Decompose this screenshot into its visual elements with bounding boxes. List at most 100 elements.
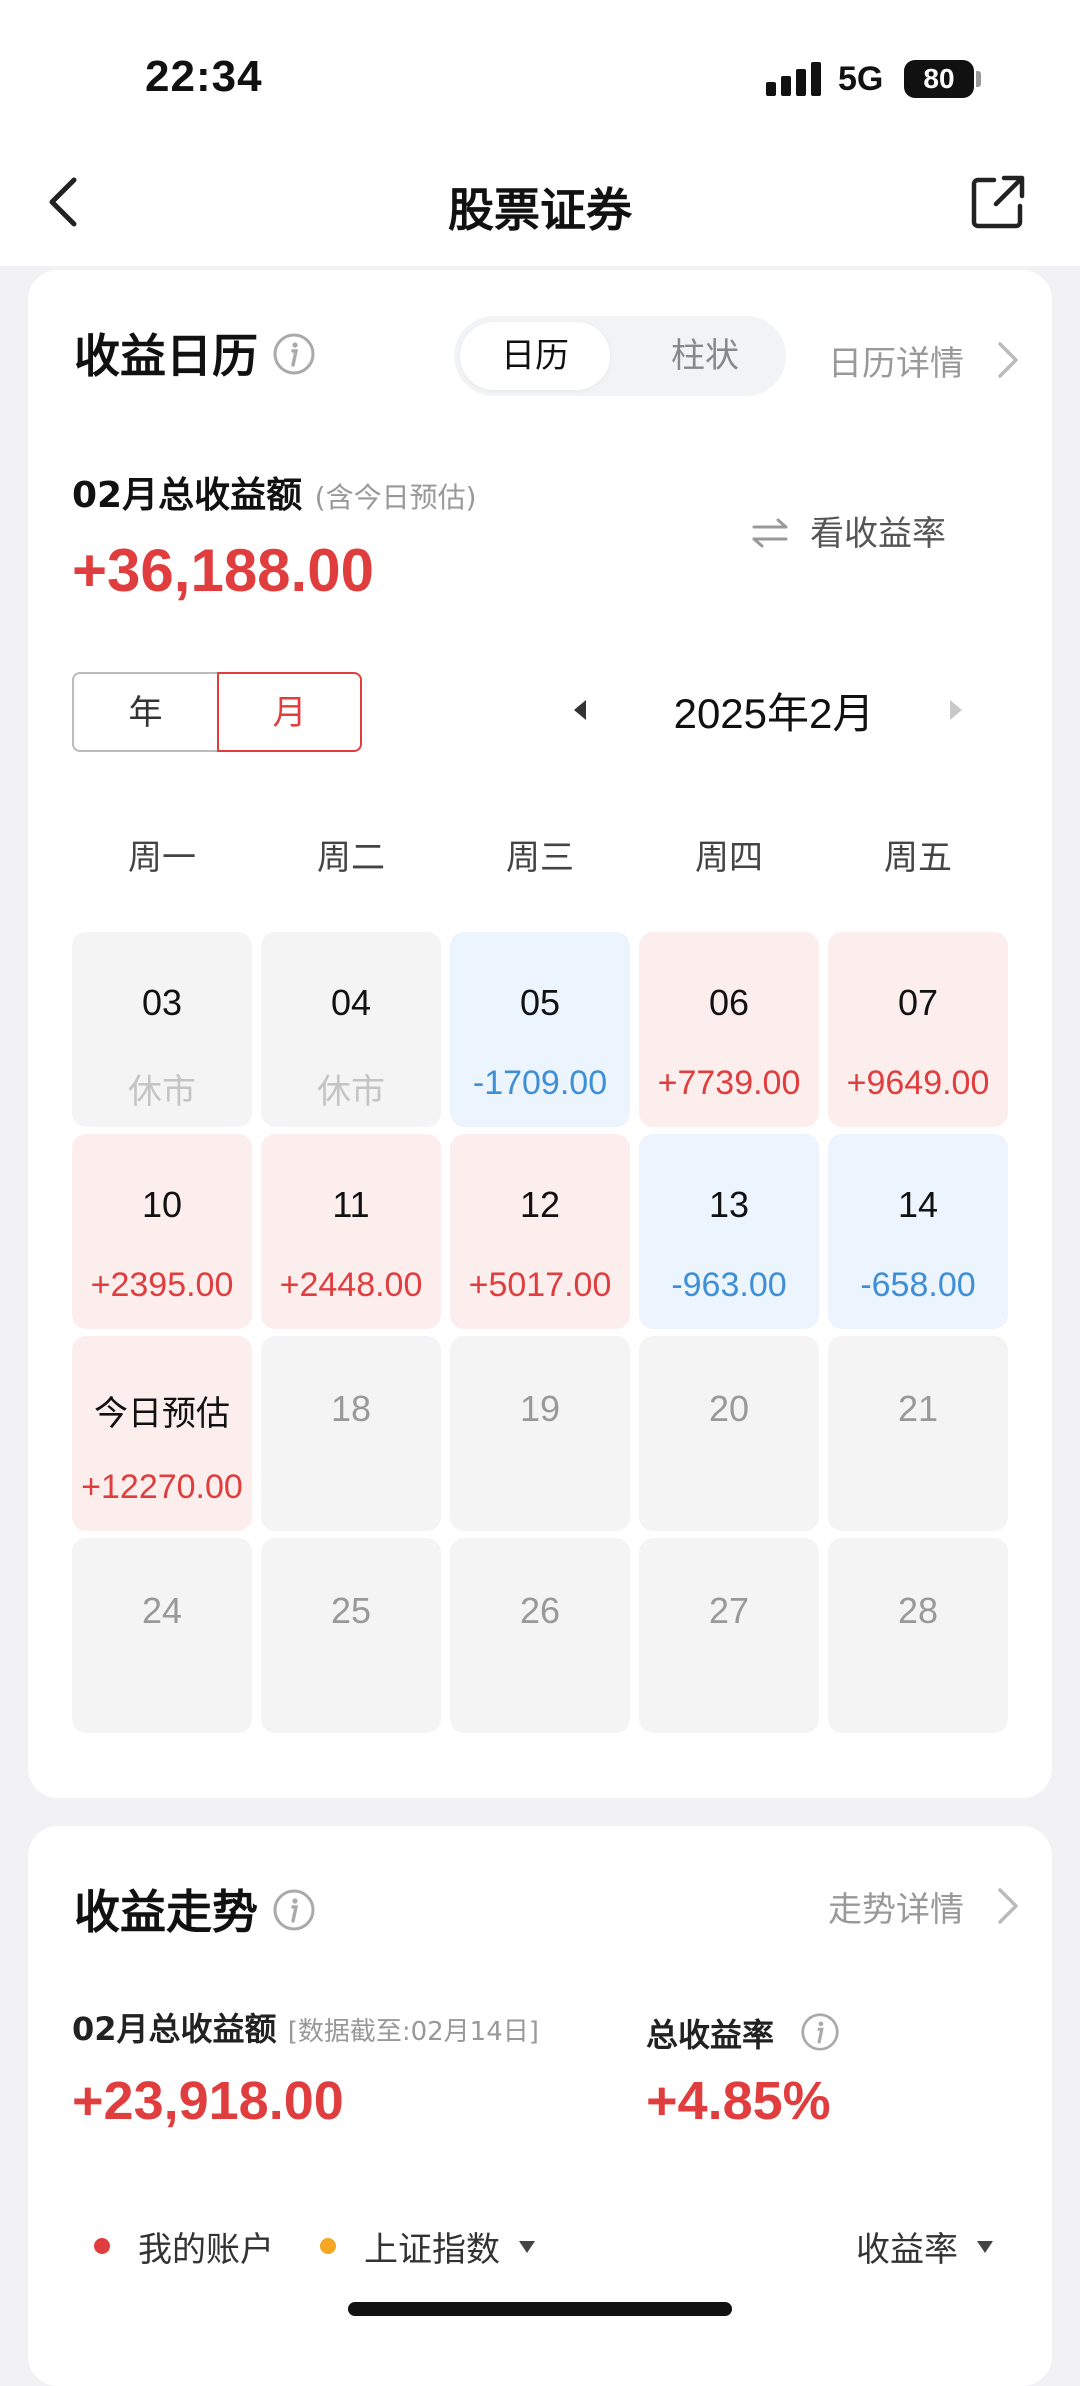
day-number: 07 xyxy=(897,982,939,1023)
day-value: +12270.00 xyxy=(81,1468,243,1506)
day-number: 04 xyxy=(330,982,372,1023)
calendar-day-cell[interactable]: 19 xyxy=(450,1336,630,1531)
total-rate-label: 总收益率 xyxy=(646,2016,775,2054)
day-number: 06 xyxy=(708,982,750,1023)
calendar-day-cell[interactable]: 03 休市 xyxy=(72,932,252,1127)
chevron-right-icon[interactable] xyxy=(994,340,1022,380)
legend-dot-account xyxy=(94,2238,110,2254)
calendar-detail-link[interactable]: 日历详情 xyxy=(828,336,964,385)
tab-bar-chart[interactable]: 柱状 xyxy=(630,322,780,390)
day-number: 27 xyxy=(708,1590,750,1631)
trend-detail-link[interactable]: 走势详情 xyxy=(828,1882,964,1931)
calendar-day-cell[interactable]: 12 +5017.00 xyxy=(450,1134,630,1329)
day-number: 05 xyxy=(519,982,561,1023)
day-number: 今日预估 xyxy=(94,1394,230,1434)
day-number: 19 xyxy=(519,1388,561,1429)
calendar-day-cell[interactable]: 10 +2395.00 xyxy=(72,1134,252,1329)
share-icon[interactable] xyxy=(968,172,1028,232)
calendar-day-cell[interactable]: 11 +2448.00 xyxy=(261,1134,441,1329)
total-rate-value: +4.85% xyxy=(646,2071,831,2131)
calendar-day-cell[interactable]: 07 +9649.00 xyxy=(828,932,1008,1127)
battery-icon: 80 xyxy=(904,60,974,98)
day-value: +2448.00 xyxy=(279,1266,423,1304)
day-number: 26 xyxy=(519,1590,561,1631)
calendar-day-cell[interactable]: 28 xyxy=(828,1538,1008,1733)
caret-down-icon[interactable] xyxy=(976,2240,994,2254)
day-number: 28 xyxy=(897,1590,939,1631)
calendar-day-cell[interactable]: 27 xyxy=(639,1538,819,1733)
info-icon[interactable] xyxy=(800,2012,840,2052)
home-indicator[interactable] xyxy=(348,2302,732,2316)
metric-select[interactable]: 收益率 xyxy=(856,2222,958,2271)
day-number: 24 xyxy=(141,1590,183,1631)
period-toggle: 年 月 xyxy=(72,672,362,752)
month-label: 2025年2月 xyxy=(673,690,875,737)
calendar-day-cell[interactable]: 06 +7739.00 xyxy=(639,932,819,1127)
day-number: 13 xyxy=(708,1184,750,1225)
earnings-calendar-card: 收益日历 日历 柱状 日历详情 02月总收益额 (含今日预估) +36,188.… xyxy=(28,270,1052,1798)
caret-down-icon[interactable] xyxy=(518,2240,536,2254)
nav-bar: 股票证券 xyxy=(0,150,1080,266)
signal-icon xyxy=(766,62,822,96)
page-title: 股票证券 xyxy=(448,183,632,237)
calendar-day-cell[interactable]: 04 休市 xyxy=(261,932,441,1127)
calendar-day-cell[interactable]: 05 -1709.00 xyxy=(450,932,630,1127)
calendar-day-cell[interactable]: 18 xyxy=(261,1336,441,1531)
legend-index-select[interactable]: 上证指数 xyxy=(364,2222,500,2271)
calendar-day-cell[interactable]: 14 -658.00 xyxy=(828,1134,1008,1329)
calendar-day-cell[interactable]: 26 xyxy=(450,1538,630,1733)
day-number: 25 xyxy=(330,1590,372,1631)
view-toggle: 日历 柱状 xyxy=(454,316,786,396)
weekday-thu: 周四 xyxy=(695,838,763,878)
day-number: 03 xyxy=(141,982,183,1023)
day-value: 休市 xyxy=(128,1073,196,1111)
day-value: +9649.00 xyxy=(846,1064,990,1102)
tab-calendar[interactable]: 日历 xyxy=(460,322,610,390)
day-number: 21 xyxy=(897,1388,939,1429)
period-year-button[interactable]: 年 xyxy=(72,672,217,752)
weekday-mon: 周一 xyxy=(128,838,196,878)
trend-total-amount: +23,918.00 xyxy=(72,2071,344,2131)
network-type: 5G xyxy=(838,60,884,98)
month-total-amount: +36,188.00 xyxy=(72,537,374,604)
info-icon[interactable] xyxy=(272,1888,316,1932)
month-total-label-text: 02月总收益额 xyxy=(72,475,303,516)
weekday-tue: 周二 xyxy=(317,838,385,878)
day-number: 10 xyxy=(141,1184,183,1225)
info-icon[interactable] xyxy=(272,332,316,376)
trend-total-label-text: 02月总收益额 xyxy=(72,2010,277,2048)
month-total-note: (含今日预估) xyxy=(314,481,477,514)
trend-total-label: 02月总收益额 [数据截至:02月14日] xyxy=(72,2004,539,2050)
day-value: 休市 xyxy=(317,1073,385,1111)
calendar-day-cell[interactable]: 21 xyxy=(828,1336,1008,1531)
period-month-button[interactable]: 月 xyxy=(217,672,362,752)
day-number: 12 xyxy=(519,1184,561,1225)
day-value: +5017.00 xyxy=(468,1266,612,1304)
status-time: 22:34 xyxy=(145,52,263,101)
switch-icon[interactable] xyxy=(750,516,790,550)
day-value: -963.00 xyxy=(671,1266,787,1304)
status-bar: 22:34 5G 80 xyxy=(0,0,1080,150)
trend-total-note: [数据截至:02月14日] xyxy=(287,2017,539,2047)
legend-account: 我的账户 xyxy=(138,2230,274,2270)
prev-month-icon[interactable] xyxy=(568,696,592,724)
calendar-day-cell[interactable]: 24 xyxy=(72,1538,252,1733)
day-value: -658.00 xyxy=(860,1266,976,1304)
day-number: 18 xyxy=(330,1388,372,1429)
calendar-day-cell[interactable]: 20 xyxy=(639,1336,819,1531)
calendar-day-cell[interactable]: 13 -963.00 xyxy=(639,1134,819,1329)
next-month-icon[interactable] xyxy=(944,696,968,724)
battery-nub xyxy=(976,71,981,87)
weekday-fri: 周五 xyxy=(884,838,952,878)
weekday-header: 周一 周二 周三 周四 周五 xyxy=(72,830,1016,880)
view-rate-link[interactable]: 看收益率 xyxy=(810,506,946,555)
chevron-right-icon[interactable] xyxy=(994,1886,1022,1926)
calendar-day-cell[interactable]: 25 xyxy=(261,1538,441,1733)
day-value: +7739.00 xyxy=(657,1064,801,1102)
day-value: +2395.00 xyxy=(90,1266,234,1304)
weekday-wed: 周三 xyxy=(506,838,574,878)
day-value: -1709.00 xyxy=(472,1064,608,1102)
day-number: 14 xyxy=(897,1184,939,1225)
day-number: 11 xyxy=(332,1184,370,1225)
calendar-day-cell-today[interactable]: 今日预估 +12270.00 xyxy=(72,1336,252,1531)
